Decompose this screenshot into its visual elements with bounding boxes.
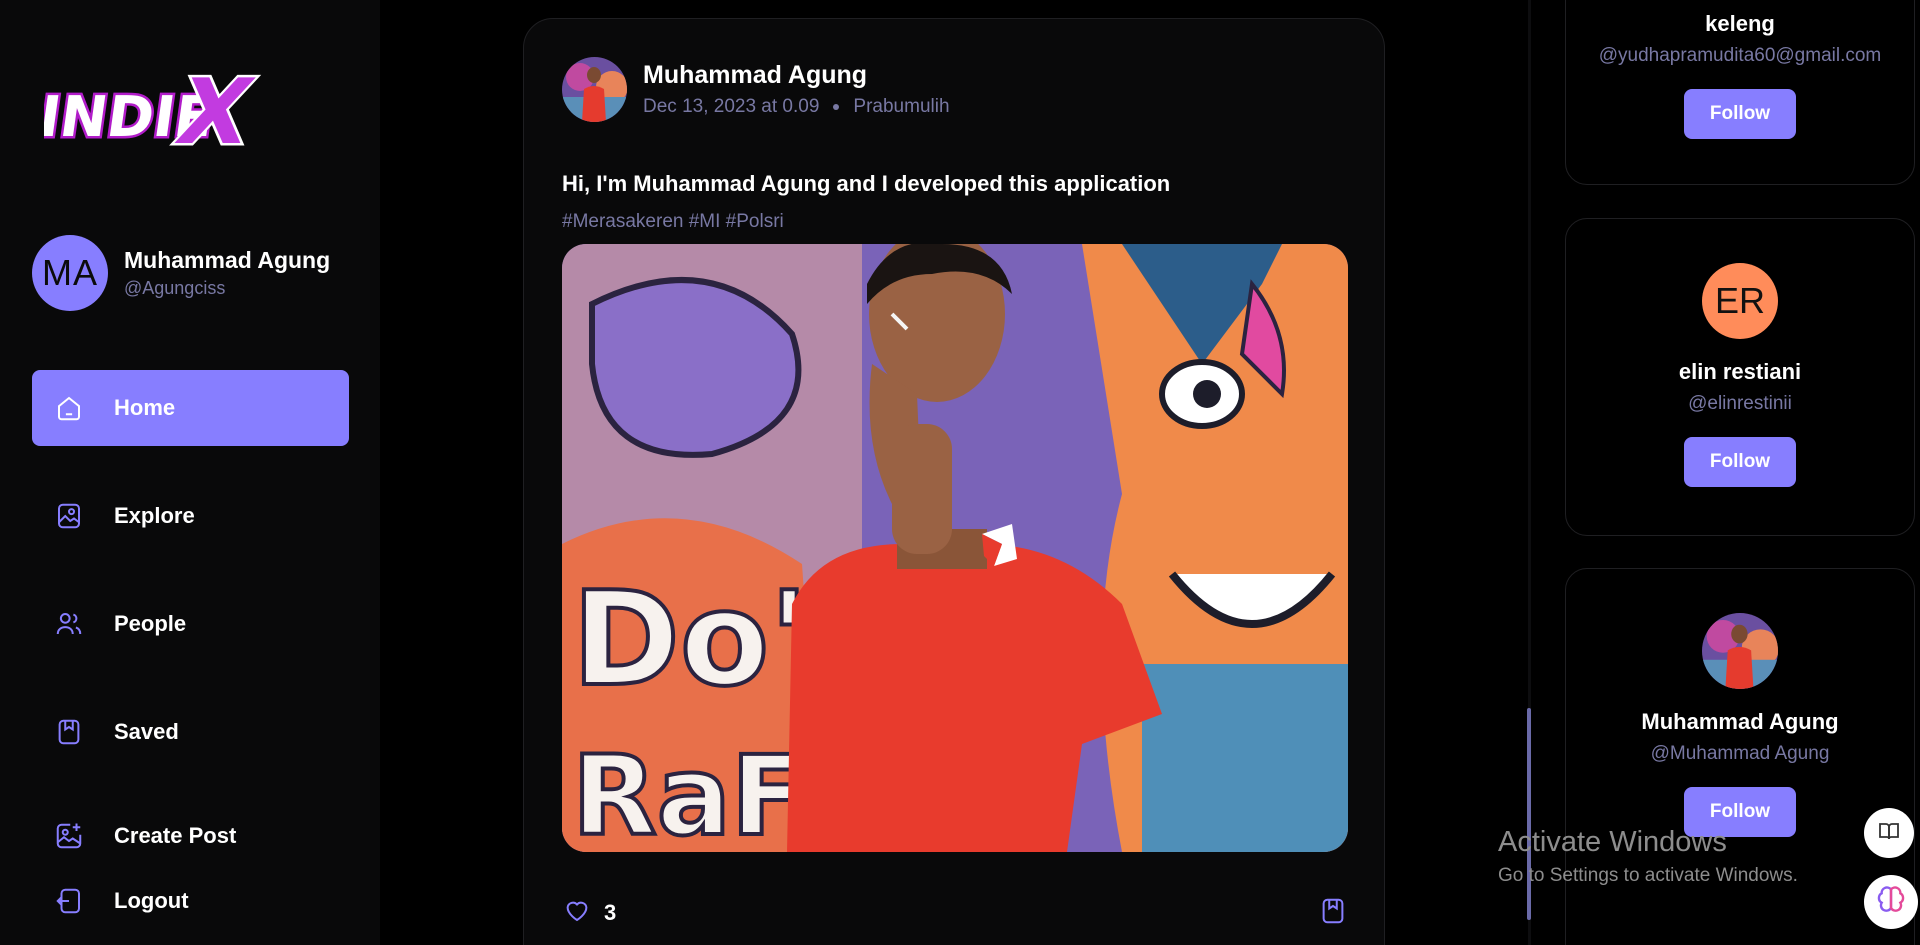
creator-card: keleng @yudhapramudita60@gmail.com Follo… — [1565, 0, 1915, 185]
creator-card: ER elin restiani @elinrestinii Follow — [1565, 218, 1915, 536]
home-icon — [54, 393, 84, 423]
book-icon — [1877, 819, 1901, 848]
post-date: Dec 13, 2023 at 0.09 — [643, 96, 820, 117]
post-image[interactable]: Do" RaFF — [562, 244, 1348, 852]
sidebar-item-label: Explore — [114, 503, 195, 528]
brain-icon — [1875, 884, 1907, 921]
creator-handle: @yudhapramudita60@gmail.com — [1598, 45, 1882, 66]
like-count: 3 — [604, 900, 617, 925]
post-author-avatar[interactable] — [562, 57, 627, 122]
creator-name: elin restiani — [1678, 359, 1802, 384]
creator-name: Muhammad Agung — [1641, 709, 1839, 734]
creator-handle: @Muhammad Agung — [1650, 743, 1830, 764]
scrollbar-thumb[interactable] — [1527, 708, 1531, 920]
watermark-subtitle: Go to Settings to activate Windows. — [1498, 865, 1798, 886]
creator-handle: @elinrestinii — [1688, 393, 1792, 414]
sidebar-item-saved[interactable]: Saved — [32, 694, 349, 770]
reader-button[interactable] — [1864, 808, 1914, 858]
creator-name: keleng — [1705, 11, 1775, 36]
bookmark-icon — [54, 717, 84, 747]
sidebar-item-label: Logout — [114, 888, 189, 913]
bookmark-icon[interactable] — [1318, 896, 1348, 931]
heart-icon[interactable] — [562, 895, 592, 931]
avatar[interactable]: ER — [1702, 263, 1778, 339]
assistant-button[interactable] — [1864, 875, 1918, 929]
post-card: Muhammad Agung Dec 13, 2023 at 0.09 Prab… — [523, 18, 1385, 945]
post-header: Muhammad Agung Dec 13, 2023 at 0.09 Prab… — [562, 57, 950, 122]
svg-text:X: X — [167, 59, 263, 158]
separator-dot — [833, 104, 840, 110]
post-tags: #Merasakeren #MI #Polsri — [562, 211, 784, 232]
post-actions: 3 — [562, 895, 1348, 931]
sidebar-item-label: Create Post — [114, 823, 237, 848]
left-sidebar: INDIE X MA Muhammad Agung @Agungciss Hom… — [0, 0, 380, 945]
sidebar-item-label: People — [114, 611, 187, 636]
sidebar-nav: Home Explore People Saved — [32, 370, 349, 802]
post-location: Prabumulih — [853, 96, 950, 117]
logout-icon — [54, 886, 84, 916]
gallery-icon — [54, 501, 84, 531]
profile-handle: @Agungciss — [124, 278, 226, 298]
like-area: 3 — [562, 895, 616, 931]
creator-card: Muhammad Agung @Muhammad Agung Follow — [1565, 568, 1915, 945]
avatar[interactable] — [1702, 613, 1778, 689]
user-profile[interactable]: MA Muhammad Agung @Agungciss — [32, 235, 330, 311]
follow-button[interactable]: Follow — [1684, 437, 1796, 487]
avatar[interactable]: MA — [32, 235, 108, 311]
sidebar-item-explore[interactable]: Explore — [32, 478, 349, 554]
watermark-title: Activate Windows — [1498, 826, 1727, 858]
sidebar-item-people[interactable]: People — [32, 586, 349, 662]
sidebar-item-label: Saved — [114, 719, 179, 744]
windows-activation-watermark: Activate Windows Go to Settings to activ… — [1498, 826, 1798, 887]
sidebar-item-label: Home — [114, 395, 176, 420]
follow-button[interactable]: Follow — [1684, 89, 1796, 139]
post-author-name[interactable]: Muhammad Agung — [643, 61, 950, 90]
sidebar-item-create-post[interactable]: Create Post — [32, 810, 349, 862]
indie-x-logo[interactable]: INDIE X — [44, 58, 264, 158]
sidebar-item-logout[interactable]: Logout — [32, 875, 349, 927]
profile-name: Muhammad Agung — [124, 247, 331, 273]
sidebar-item-home[interactable]: Home — [32, 370, 349, 446]
sidebar-bottom-nav: Create Post Logout — [32, 810, 349, 940]
image-add-icon — [54, 821, 84, 851]
people-icon — [54, 609, 84, 639]
post-caption: Hi, I'm Muhammad Agung and I developed t… — [562, 171, 1171, 196]
